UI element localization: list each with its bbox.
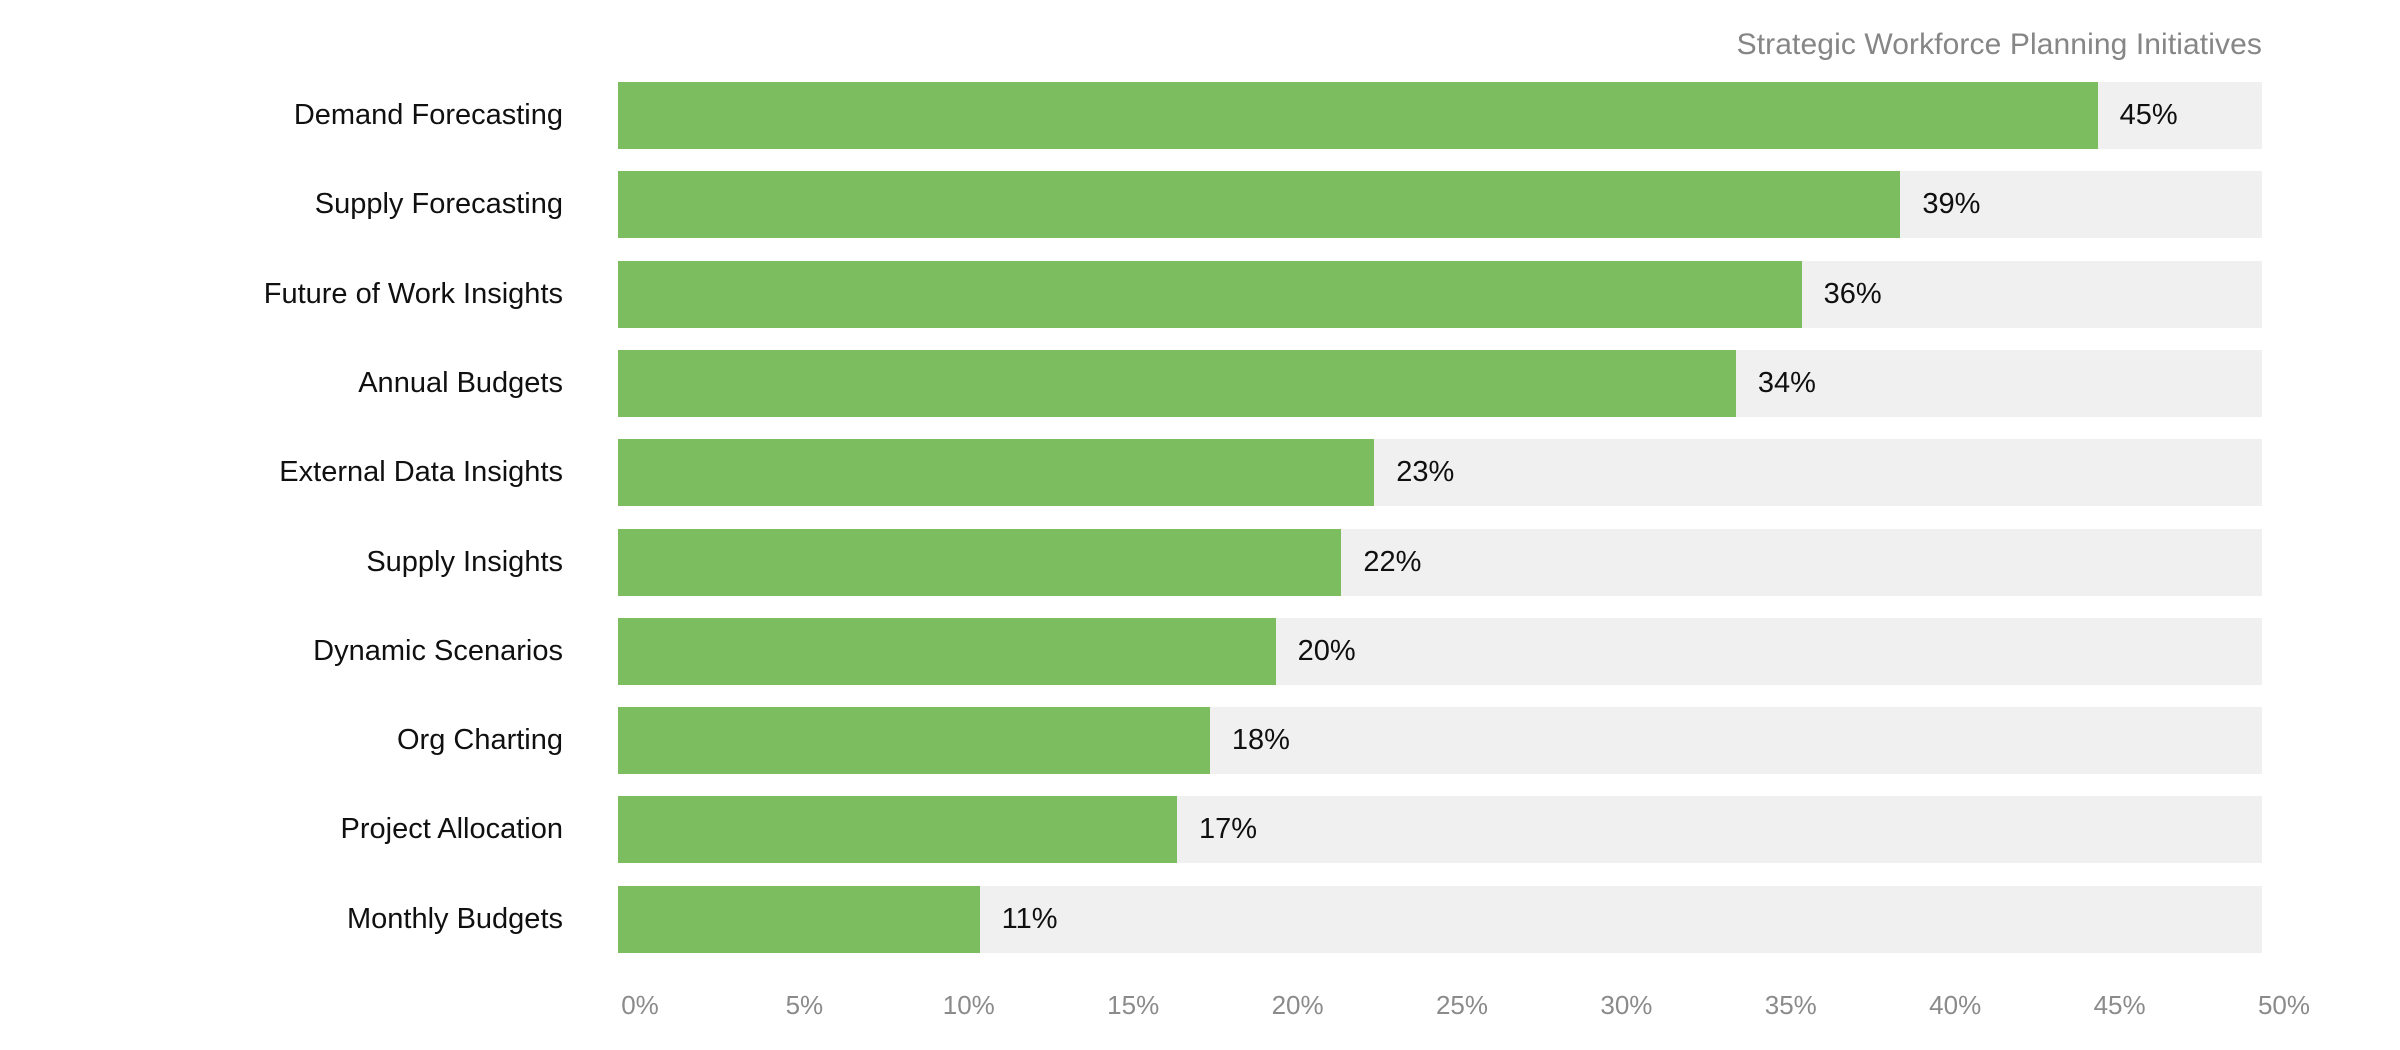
bar-fill[interactable]: [618, 528, 1342, 596]
x-axis-tick-label: 45%: [2093, 990, 2146, 1020]
bar-track: 36%: [618, 260, 2262, 328]
bar-fill[interactable]: [618, 796, 1177, 864]
x-axis-tick-label: 5%: [785, 990, 824, 1020]
bar-row: Future of Work Insights 36%: [0, 260, 2400, 328]
x-axis-tick-label: 30%: [1600, 990, 1653, 1020]
x-axis: 0% 5% 10% 15% 20% 25% 30% 35% 40% 45% 50%: [0, 985, 2400, 1033]
x-axis-tick-label: 20%: [1271, 990, 1324, 1020]
bar-row: Demand Forecasting 45%: [0, 82, 2400, 149]
bar-row: Supply Forecasting 39%: [0, 171, 2400, 239]
x-axis-tick-label: 15%: [1107, 990, 1160, 1020]
bar-value-label: 34%: [1757, 366, 1816, 399]
bar-fill[interactable]: [618, 885, 980, 953]
bar-track: 20%: [618, 617, 2262, 685]
bar-value-label: 17%: [1198, 813, 1257, 846]
bar-row: Annual Budgets 34%: [0, 349, 2400, 417]
x-axis-tick-label: 40%: [1929, 990, 1982, 1020]
category-label: Supply Forecasting: [314, 188, 563, 221]
bar-track: 23%: [618, 439, 2262, 507]
bar-value-label: 11%: [1001, 902, 1058, 935]
bar-value-label: 45%: [2119, 99, 2178, 131]
x-axis-tick-label: 50%: [2257, 990, 2311, 1020]
bar-fill[interactable]: [618, 82, 2098, 149]
bar-fill[interactable]: [618, 617, 1276, 685]
category-label: Org Charting: [396, 724, 563, 757]
bar-track: 45%: [618, 82, 2262, 149]
bar-track: 17%: [618, 796, 2262, 864]
bar-row: Monthly Budgets 11%: [0, 885, 2400, 953]
x-axis-tick-label: 10%: [942, 990, 995, 1020]
bar-fill[interactable]: [618, 171, 1901, 239]
category-label: Project Allocation: [340, 813, 563, 846]
bar-value-label: 18%: [1231, 724, 1290, 757]
x-axis-tick-label: 35%: [1764, 990, 1817, 1020]
plot-area: Demand Forecasting 45% Supply Forecasting 3…: [0, 82, 2400, 975]
category-label: Dynamic Scenarios: [313, 634, 563, 667]
bar-track: 11%: [618, 885, 2262, 953]
bar-value-label: 39%: [1922, 188, 1981, 221]
bar-track: 39%: [618, 171, 2262, 239]
category-label: Supply Insights: [366, 545, 563, 578]
bar-row: Supply Insights 22%: [0, 528, 2400, 596]
bar-value-label: 22%: [1363, 545, 1422, 578]
chart-title: Strategic Workforce Planning Initiatives: [1736, 28, 2262, 61]
bar-fill[interactable]: [618, 439, 1375, 507]
x-axis-tick-label: 0%: [621, 990, 659, 1020]
bar-track: 22%: [618, 528, 2262, 596]
bar-track: 34%: [618, 349, 2262, 417]
category-label: Annual Budgets: [358, 366, 563, 399]
bar-fill[interactable]: [618, 260, 1802, 328]
category-label: External Data Insights: [279, 456, 563, 489]
category-label: Monthly Budgets: [346, 902, 563, 935]
category-label: Future of Work Insights: [263, 277, 563, 310]
bar-row: External Data Insights 23%: [0, 439, 2400, 507]
bar-chart: Strategic Workforce Planning Initiatives…: [0, 0, 2400, 1050]
bar-row: Dynamic Scenarios 20%: [0, 617, 2400, 685]
bar-fill[interactable]: [618, 349, 1736, 417]
bar-fill[interactable]: [618, 707, 1210, 775]
bar-row: Org Charting 18%: [0, 707, 2400, 775]
bar-value-label: 20%: [1297, 634, 1356, 667]
bar-row: Project Allocation 17%: [0, 796, 2400, 864]
bar-value-label: 23%: [1396, 456, 1455, 489]
x-axis-tick-label: 25%: [1435, 990, 1489, 1020]
bar-value-label: 36%: [1823, 277, 1882, 310]
category-label: Demand Forecasting: [293, 99, 563, 131]
bar-track: 18%: [618, 707, 2262, 775]
